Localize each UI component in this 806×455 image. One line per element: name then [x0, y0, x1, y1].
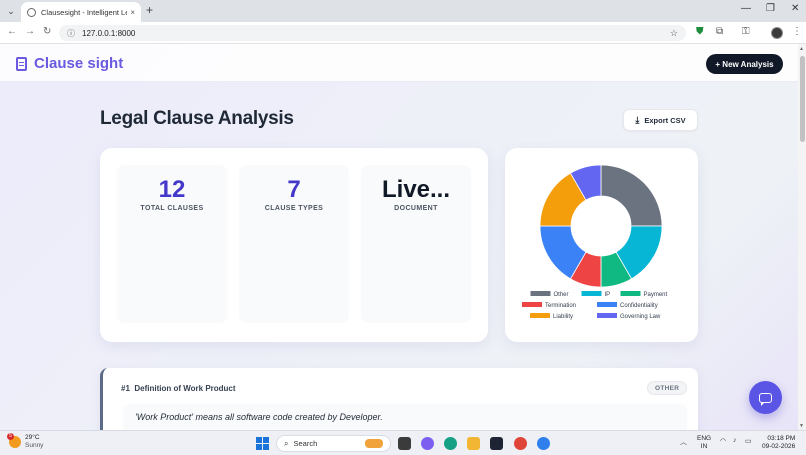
stat-label: DOCUMENT	[394, 205, 438, 212]
weather-temperature: 29°C	[25, 434, 40, 441]
back-arrow-icon[interactable]: ←	[7, 26, 17, 37]
browser-tab-bar: ⌄ Clausesight - Intelligent Legal R × + …	[0, 0, 806, 22]
browser-toolbar: ← → ↻ ⓘ 127.0.0.1:8000 ☆ ⛊ ⧉ ⚿ ⋮	[0, 22, 806, 44]
app-header: Clause sight + New Analysis	[0, 44, 798, 82]
stat-value: 7	[287, 176, 301, 203]
stats-card: 12 TOTAL CLAUSES 7 CLAUSE TYPES Live... …	[100, 148, 488, 342]
password-key-icon[interactable]: ⚿	[742, 26, 750, 37]
app-logo[interactable]: Clause sight	[16, 55, 123, 72]
weather-widget[interactable]: 5 29°C Sunny	[7, 433, 44, 450]
export-label: Export CSV	[644, 115, 686, 125]
legend-label-liability[interactable]: Liability	[553, 314, 573, 320]
scroll-down-icon[interactable]: ▼	[799, 423, 804, 429]
page-viewport: Clause sight + New Analysis Legal Clause…	[0, 44, 798, 430]
stat-value: Live...	[381, 176, 451, 203]
search-label: Search	[293, 439, 318, 448]
search-highlight-icon	[365, 439, 383, 448]
file-explorer-icon[interactable]	[467, 437, 480, 450]
tab-close-icon[interactable]: ×	[130, 8, 135, 17]
globe-icon	[27, 7, 36, 17]
clause-type-badge: OTHER	[647, 381, 688, 395]
legend-swatch-payment[interactable]	[620, 291, 641, 296]
bookmark-star-icon[interactable]: ☆	[670, 28, 678, 39]
legend-swatch-other[interactable]	[530, 291, 551, 296]
forward-arrow-icon[interactable]: →	[25, 26, 35, 37]
chart-card: Other IP Payment Termination Confidentiality…	[505, 148, 698, 342]
legend-label-termination[interactable]: Termination	[545, 303, 576, 309]
windows-start-icon[interactable]	[256, 437, 269, 450]
legend-swatch-confidentiality[interactable]	[597, 302, 617, 307]
minimize-button[interactable]: —	[741, 3, 751, 14]
battery-icon[interactable]: ▭	[745, 437, 752, 445]
site-info-icon[interactable]: ⓘ	[67, 28, 75, 39]
stat-total-clauses: 12 TOTAL CLAUSES	[117, 165, 227, 323]
taskbar-search[interactable]: ⌕ Search	[276, 435, 391, 452]
page-title: Legal Clause Analysis	[100, 108, 294, 129]
clause-card[interactable]: #1 Definition of Work Product OTHER 'Wor…	[100, 368, 698, 430]
clause-title: #1 Definition of Work Product	[121, 384, 236, 393]
app-a-icon[interactable]	[490, 437, 503, 450]
lang-line1: ENG	[697, 435, 712, 442]
legend-label-ip[interactable]: IP	[605, 292, 611, 298]
chat-button[interactable]	[749, 381, 782, 414]
clock-time: 03:18 PM	[767, 435, 796, 442]
stat-label: CLAUSE TYPES	[264, 205, 324, 212]
legend-swatch-governing-law[interactable]	[597, 313, 617, 318]
lang-line2: IN	[700, 443, 708, 450]
profile-avatar[interactable]	[771, 27, 783, 39]
copilot-icon[interactable]	[421, 437, 434, 450]
legend-swatch-liability[interactable]	[530, 313, 550, 318]
volume-icon[interactable]: ♪	[733, 437, 737, 444]
clause-title-text: Definition of Work Product	[134, 384, 236, 393]
download-icon: ⤓	[635, 114, 640, 125]
legend-swatch-ip[interactable]	[581, 291, 602, 296]
export-csv-button[interactable]: ⤓ Export CSV	[623, 109, 698, 131]
maximize-button[interactable]: ❐	[766, 3, 775, 14]
clause-number: #1	[121, 384, 130, 393]
new-analysis-button[interactable]: + New Analysis	[706, 54, 783, 74]
legend-swatch-termination[interactable]	[522, 302, 542, 307]
search-icon: ⌕	[284, 438, 289, 448]
scroll-up-icon[interactable]: ▲	[799, 46, 804, 52]
language-indicator[interactable]: ENG IN	[697, 435, 711, 451]
chrome-icon[interactable]	[514, 437, 527, 450]
scrollbar-thumb[interactable]	[800, 56, 805, 142]
reload-icon[interactable]: ↻	[43, 26, 51, 37]
new-tab-button[interactable]: +	[146, 3, 153, 17]
tray-chevron-icon[interactable]: ︿	[680, 437, 687, 447]
donut-slice-other[interactable]	[600, 164, 663, 227]
legend-label-payment[interactable]: Payment	[644, 292, 668, 298]
wifi-icon[interactable]: ◠	[720, 437, 726, 445]
tab-title: Clausesight - Intelligent Legal R	[41, 7, 128, 17]
legend-label-confidentiality[interactable]: Confidentiality	[620, 303, 658, 309]
sun-icon: 5	[7, 433, 21, 448]
shield-extension-icon[interactable]: ⛊	[696, 26, 704, 37]
stat-value: 12	[158, 176, 186, 203]
extensions-puzzle-icon[interactable]: ⧉	[716, 26, 723, 37]
os-taskbar: 5 29°C Sunny ⌕ Search ︿ ENG IN ◠ ♪ ▭ 03:…	[0, 430, 806, 455]
legend-label-governing-law[interactable]: Governing Law	[620, 314, 661, 320]
weather-badge: 5	[7, 433, 14, 440]
stat-document: Live... DOCUMENT	[361, 165, 471, 323]
weather-condition: Sunny	[25, 442, 44, 449]
stat-clause-types: 7 CLAUSE TYPES	[239, 165, 349, 323]
browser-tab[interactable]: Clausesight - Intelligent Legal R ×	[21, 2, 141, 22]
clause-text: 'Work Product' means all software code c…	[123, 404, 687, 430]
chat-bubble-icon	[759, 392, 772, 406]
logo-text: Clause sight	[34, 55, 124, 72]
tab-search-icon[interactable]: ⌄	[3, 3, 19, 19]
stat-label: TOTAL CLAUSES	[140, 205, 204, 212]
task-view-icon[interactable]	[398, 437, 411, 450]
system-clock[interactable]: 03:18 PM 09-02-2026	[762, 435, 795, 451]
browser-menu-icon[interactable]: ⋮	[792, 26, 802, 37]
clause-type-donut-chart: Other IP Payment Termination Confidentiality…	[522, 164, 668, 320]
address-bar[interactable]: ⓘ 127.0.0.1:8000 ☆	[59, 25, 686, 41]
close-window-button[interactable]: ✕	[791, 3, 799, 14]
legend-label-other[interactable]: Other	[554, 292, 569, 298]
document-icon	[16, 56, 27, 71]
edge-icon[interactable]	[444, 437, 457, 450]
url-text[interactable]: 127.0.0.1:8000	[82, 29, 670, 38]
clock-date: 09-02-2026	[762, 443, 796, 450]
app-blue-icon[interactable]	[537, 437, 550, 450]
